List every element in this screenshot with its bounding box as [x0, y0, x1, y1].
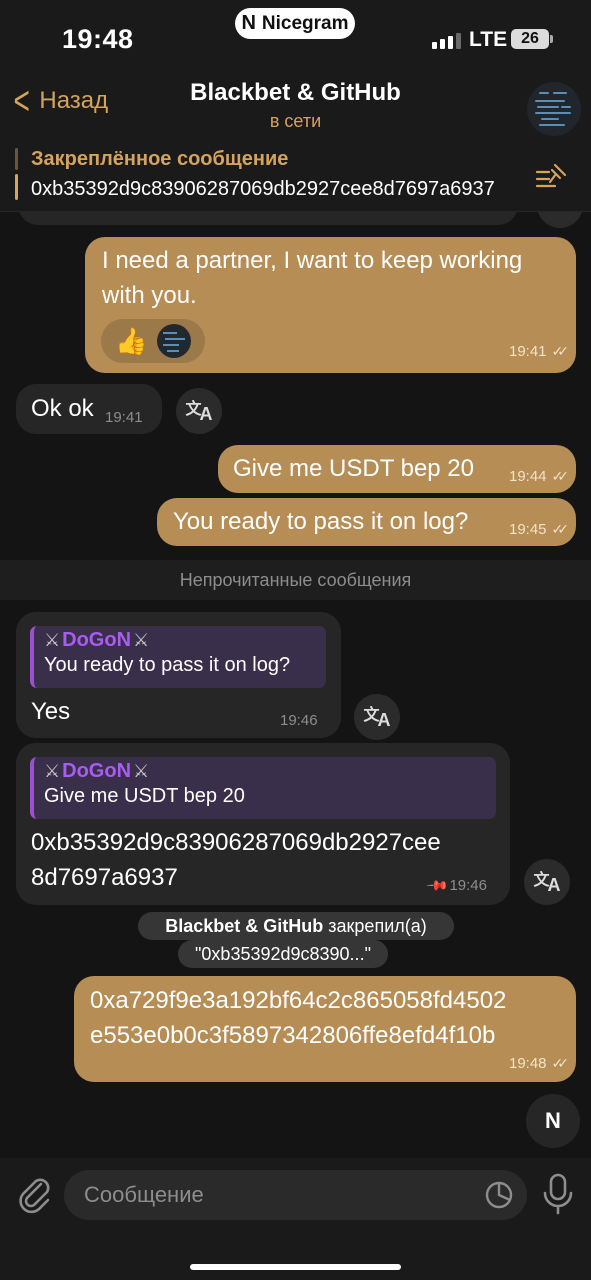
reply-quote[interactable]: ⚔ DoGoN ⚔ You ready to pass it on log?: [30, 626, 326, 688]
message-time: 19:44: [508, 468, 547, 485]
message-meta: 19:46: [280, 712, 318, 729]
crossed-swords-icon: ⚔: [133, 761, 150, 781]
nicegram-badge[interactable]: N Nicegram: [235, 8, 355, 39]
attach-icon[interactable]: [14, 1174, 54, 1214]
service-quote[interactable]: "0xb35392d9c8390...": [178, 940, 388, 968]
message-time: 19:46: [449, 877, 487, 894]
reaction-thumbs-up[interactable]: 👍: [115, 326, 147, 357]
message-text: Yes: [31, 698, 71, 725]
service-action: закрепил(а): [328, 916, 427, 936]
crossed-swords-icon: ⚔: [44, 630, 61, 650]
chat-title[interactable]: Blackbet & GitHub: [0, 79, 591, 107]
message-bubble-outgoing[interactable]: Give me USDT bep 20 19:44 ✓✓: [218, 445, 576, 493]
microphone-icon[interactable]: [540, 1172, 576, 1216]
message-bubble-partial[interactable]: [18, 212, 518, 225]
message-text-line-2: e553e0b0c3f5897342806ffe8efd4f10b: [90, 1022, 496, 1049]
sticker-icon[interactable]: [484, 1180, 514, 1210]
message-meta: 19:44 ✓✓: [508, 468, 570, 485]
avatar[interactable]: [527, 82, 581, 136]
nicegram-icon: N: [241, 12, 256, 34]
pinned-indicator: [15, 148, 18, 204]
message-meta: 19:45 ✓✓: [508, 521, 570, 538]
composer-bar: [0, 1158, 591, 1280]
pinned-list-icon[interactable]: [535, 162, 569, 192]
pinned-title: Закреплённое сообщение: [31, 148, 289, 170]
crossed-swords-icon: ⚔: [44, 761, 61, 781]
message-time: 19:46: [280, 712, 318, 729]
message-bubble-outgoing[interactable]: 0xa729f9e3a192bf64c2c865058fd4502 e553e0…: [74, 976, 576, 1082]
reply-sender: ⚔ DoGoN ⚔: [44, 760, 486, 783]
message-input[interactable]: [64, 1170, 527, 1220]
message-bubble-incoming[interactable]: ⚔ DoGoN ⚔ You ready to pass it on log? Y…: [16, 612, 341, 738]
read-receipt-icon: ✓✓: [551, 1055, 570, 1071]
message-bubble-incoming[interactable]: ⚔ DoGoN ⚔ Give me USDT bep 20 0xb35392d9…: [16, 743, 510, 905]
pinned-text: 0xb35392d9c83906287069db2927cee8d7697a69…: [31, 178, 495, 200]
message-time: 19:48: [508, 1055, 547, 1072]
reply-sender-name: DoGoN: [62, 629, 132, 651]
nicegram-assistant-button[interactable]: N: [526, 1094, 580, 1148]
message-meta: 19:41: [105, 409, 143, 426]
status-time: 19:48: [62, 24, 134, 54]
unread-divider: Непрочитанные сообщения: [0, 560, 591, 600]
translate-button[interactable]: 文A: [524, 859, 570, 905]
reply-quote[interactable]: ⚔ DoGoN ⚔ Give me USDT bep 20: [30, 757, 496, 819]
reaction-avatar: [157, 324, 192, 358]
message-time: 19:41: [508, 343, 547, 360]
message-text: You ready to pass it on log?: [173, 508, 469, 535]
message-text: Give me USDT bep 20: [233, 455, 474, 482]
reply-text: Give me USDT bep 20: [44, 785, 245, 807]
home-indicator: [190, 1264, 401, 1270]
translate-button-partial[interactable]: [537, 212, 583, 228]
service-actor: Blackbet & GitHub: [165, 916, 324, 936]
message-text-line-1: 0xa729f9e3a192bf64c2c865058fd4502: [90, 987, 507, 1014]
reactions[interactable]: 👍: [101, 319, 205, 363]
network-type: LTE: [469, 28, 508, 51]
nicegram-icon: N: [545, 1108, 561, 1133]
translate-button[interactable]: 文A: [176, 388, 222, 434]
message-text-line-2: 8d7697a6937: [31, 864, 178, 891]
message-meta: 📌 19:46: [426, 873, 487, 897]
read-receipt-icon: ✓✓: [551, 468, 570, 484]
crossed-swords-icon: ⚔: [133, 630, 150, 650]
message-text: Ok ok: [31, 395, 94, 422]
read-receipt-icon: ✓✓: [551, 343, 570, 359]
pinned-message-bar[interactable]: Закреплённое сообщение 0xb35392d9c839062…: [0, 142, 591, 212]
message-time: 19:45: [508, 521, 547, 538]
reply-sender-name: DoGoN: [62, 760, 132, 782]
message-list[interactable]: I need a partner, I want to keep working…: [0, 212, 591, 1158]
translate-button[interactable]: 文A: [354, 694, 400, 740]
message-meta: 19:48 ✓✓: [508, 1055, 570, 1072]
service-message: Blackbet & GitHub закрепил(а): [138, 912, 454, 940]
battery-tip: [550, 35, 553, 43]
reply-text: You ready to pass it on log?: [44, 654, 291, 676]
message-text: I need a partner, I want to keep working…: [102, 247, 523, 309]
chat-status: в сети: [269, 111, 322, 131]
message-bubble-outgoing[interactable]: You ready to pass it on log? 19:45 ✓✓: [157, 498, 576, 546]
status-bar: 19:48 N Nicegram LTE 26: [0, 0, 591, 70]
battery-icon: 26: [511, 29, 549, 49]
message-bubble-outgoing[interactable]: I need a partner, I want to keep working…: [85, 237, 576, 373]
reply-sender: ⚔ DoGoN ⚔: [44, 629, 316, 652]
nicegram-label: Nicegram: [261, 12, 349, 34]
pin-icon: 📌: [426, 873, 450, 897]
chat-header: < Назад Blackbet & GitHub в сети: [0, 70, 591, 142]
message-bubble-incoming[interactable]: Ok ok 19:41: [16, 384, 162, 434]
message-time: 19:41: [105, 409, 143, 426]
signal-icon: [432, 33, 461, 49]
message-text-line-1: 0xb35392d9c83906287069db2927cee: [31, 829, 441, 856]
read-receipt-icon: ✓✓: [551, 521, 570, 537]
message-meta: 19:41 ✓✓: [508, 343, 570, 360]
